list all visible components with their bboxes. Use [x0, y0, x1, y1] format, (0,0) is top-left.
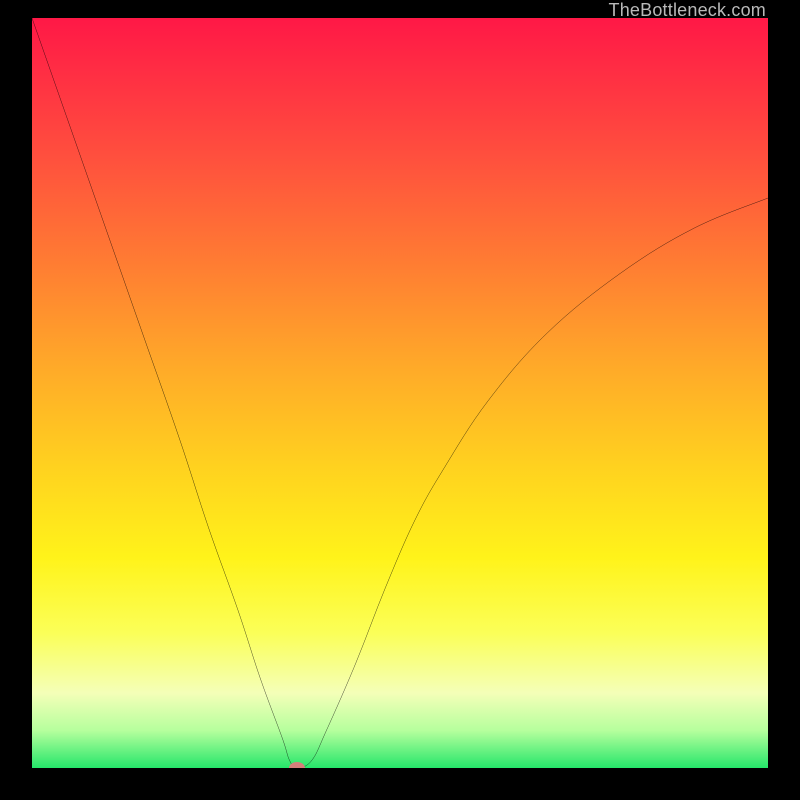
- plot-area: [32, 18, 768, 768]
- optimal-point-marker: [289, 762, 305, 768]
- bottleneck-curve: [32, 18, 768, 768]
- chart-frame: TheBottleneck.com: [0, 0, 800, 800]
- watermark-text: TheBottleneck.com: [609, 0, 766, 20]
